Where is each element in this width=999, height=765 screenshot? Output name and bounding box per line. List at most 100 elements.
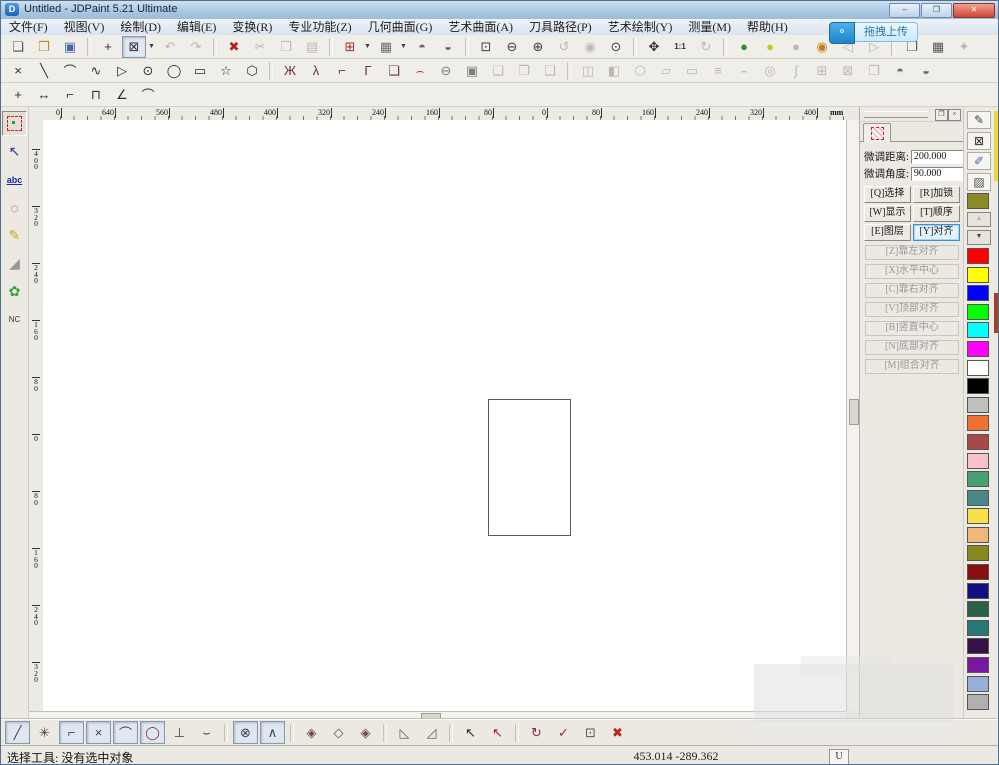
view-all-button[interactable]: ◉	[578, 36, 602, 58]
redo-button[interactable]: ↷	[184, 36, 208, 58]
head-dome-button[interactable]: ◓	[410, 36, 434, 58]
nc-output-tool-button[interactable]: NC	[2, 307, 27, 332]
measure-angle-button[interactable]: ∠	[110, 84, 134, 106]
snap-intersection-button[interactable]: ×	[86, 721, 111, 744]
menu-item[interactable]: 专业功能(Z)	[280, 19, 359, 35]
flatten-a-button[interactable]: ▱	[654, 60, 678, 82]
snap-angle-button[interactable]: ∧	[260, 721, 285, 744]
panel-action-button[interactable]: [E]图层	[864, 224, 911, 241]
menu-item[interactable]: 视图(V)	[56, 19, 113, 35]
draw-ellipse-button[interactable]: ◯	[162, 60, 186, 82]
selection-tab[interactable]	[863, 123, 891, 142]
pan-view-button[interactable]: ✥	[642, 36, 666, 58]
align-button[interactable]: [V]顶部对齐	[865, 302, 959, 317]
menu-item[interactable]: 帮助(H)	[739, 19, 796, 35]
relief-object-tool-button[interactable]: ✿	[2, 279, 27, 304]
hatch-fill-icon[interactable]: ▨	[967, 173, 991, 191]
paste-button[interactable]: ▤	[300, 36, 324, 58]
color-swatch[interactable]	[967, 397, 989, 413]
close-button[interactable]: ✕	[953, 3, 995, 18]
abort-tool-button[interactable]: ✖	[605, 721, 630, 744]
menu-item[interactable]: 测量(M)	[680, 19, 739, 35]
color-swatch[interactable]	[967, 508, 989, 524]
dome-view-a-button[interactable]: ◓	[888, 60, 912, 82]
snap-plane-yz-button[interactable]: ◇	[326, 721, 351, 744]
align-button[interactable]: [Z]靠左对齐	[865, 245, 959, 260]
menu-item[interactable]: 变换(R)	[224, 19, 280, 35]
outline-color-icon[interactable]: ⊠	[967, 132, 991, 150]
fillet-corner-button[interactable]: ⌐	[330, 60, 354, 82]
menu-item[interactable]: 刀具路径(P)	[521, 19, 600, 35]
flatten-b-button[interactable]: ▭	[680, 60, 704, 82]
cut-button[interactable]: ✂	[248, 36, 272, 58]
color-swatch[interactable]	[967, 341, 989, 357]
current-color-swatch[interactable]	[967, 193, 989, 209]
color-swatch[interactable]	[967, 415, 989, 431]
color-swatch[interactable]	[967, 322, 989, 338]
color-swatch[interactable]	[967, 620, 989, 636]
bridge-curves-button[interactable]: ⌢	[408, 60, 432, 82]
select-tool-button[interactable]	[2, 111, 27, 136]
color-swatch[interactable]	[967, 564, 989, 580]
copy-button[interactable]: ❐	[274, 36, 298, 58]
arc-fit-button[interactable]: ⌢	[732, 60, 756, 82]
panel-action-button[interactable]: [R]加锁	[913, 186, 960, 203]
nudge-angle-input[interactable]	[911, 167, 967, 181]
combine-a-button[interactable]: ◫	[576, 60, 600, 82]
color-swatch[interactable]	[967, 434, 989, 450]
drawn-rectangle[interactable]	[488, 399, 571, 536]
art-brush-tool-button[interactable]: ✎	[2, 223, 27, 248]
work-plane-button[interactable]: ◺	[392, 721, 417, 744]
color-swatch[interactable]	[967, 471, 989, 487]
color-swatch[interactable]	[967, 657, 989, 673]
snap-endpoint-button[interactable]: ╱	[5, 721, 30, 744]
pick-remove-button[interactable]: ↖	[485, 721, 510, 744]
view-mode-button[interactable]: ▦	[374, 36, 398, 58]
draw-circle-button[interactable]: ⊙	[136, 60, 160, 82]
draw-curve-button[interactable]: ∿	[84, 60, 108, 82]
color-swatch[interactable]	[967, 285, 989, 301]
draw-line-button[interactable]: ╲	[32, 60, 56, 82]
show-hidden-button[interactable]: ●	[784, 36, 808, 58]
show-highlight-button[interactable]: ●	[758, 36, 782, 58]
align-button[interactable]: [N]底部对齐	[865, 340, 959, 355]
minimize-button[interactable]: –	[889, 3, 920, 18]
snap-plane-xy-button[interactable]: ◈	[299, 721, 324, 744]
drag-upload-badge[interactable]: ⚬ 拖拽上传	[829, 22, 918, 42]
measure-arc-button[interactable]: ⌒	[136, 84, 160, 106]
zoom-out-button[interactable]: ⊖	[500, 36, 524, 58]
trim-curve-button[interactable]: Ж	[278, 60, 302, 82]
color-swatch[interactable]	[967, 694, 989, 710]
pick-add-button[interactable]: ↖	[458, 721, 483, 744]
snap-quadrant-button[interactable]: ⌒	[113, 721, 138, 744]
head-cutter-button[interactable]: ◒	[436, 36, 460, 58]
brush-color-icon[interactable]: ✐	[967, 152, 991, 170]
menu-item[interactable]: 文件(F)	[1, 19, 56, 35]
pen-color-icon[interactable]: ✎	[967, 111, 991, 129]
unit-toggle-button[interactable]: U	[829, 749, 849, 765]
menu-item[interactable]: 艺术绘制(Y)	[600, 19, 681, 35]
transform-tool-button[interactable]: ◌	[2, 195, 27, 220]
color-swatch[interactable]	[967, 676, 989, 692]
rotate-copy-button[interactable]: ❑	[538, 60, 562, 82]
palette-scroll-up[interactable]: ▲	[967, 212, 991, 227]
spiral-tool-button[interactable]: ◎	[758, 60, 782, 82]
curve-smooth-button[interactable]: ∫	[784, 60, 808, 82]
pick-window-button[interactable]: ⊡	[578, 721, 603, 744]
offset-curve-button[interactable]: ❏	[382, 60, 406, 82]
copy-object-button[interactable]: ❏	[486, 60, 510, 82]
align-button[interactable]: [C]靠右对齐	[865, 283, 959, 298]
draw-polyline-button[interactable]: ▷	[110, 60, 134, 82]
node-edit-tool-button[interactable]: ↖	[2, 139, 27, 164]
refresh-view-button[interactable]: ↻	[694, 36, 718, 58]
array-copy-button[interactable]: ❐	[512, 60, 536, 82]
open-file-button[interactable]: ❒	[32, 36, 56, 58]
zoom-in-button[interactable]: ⊕	[526, 36, 550, 58]
measure-coord-button[interactable]: +	[6, 84, 30, 106]
text-tool-button[interactable]: abc	[2, 167, 27, 192]
save-file-button[interactable]: ▣	[58, 36, 82, 58]
delete-button[interactable]: ✖	[222, 36, 246, 58]
slot-shape-button[interactable]: ⊖	[434, 60, 458, 82]
v-scroll-thumb[interactable]	[849, 399, 859, 425]
panel-action-button[interactable]: [Y]对齐	[913, 224, 960, 241]
